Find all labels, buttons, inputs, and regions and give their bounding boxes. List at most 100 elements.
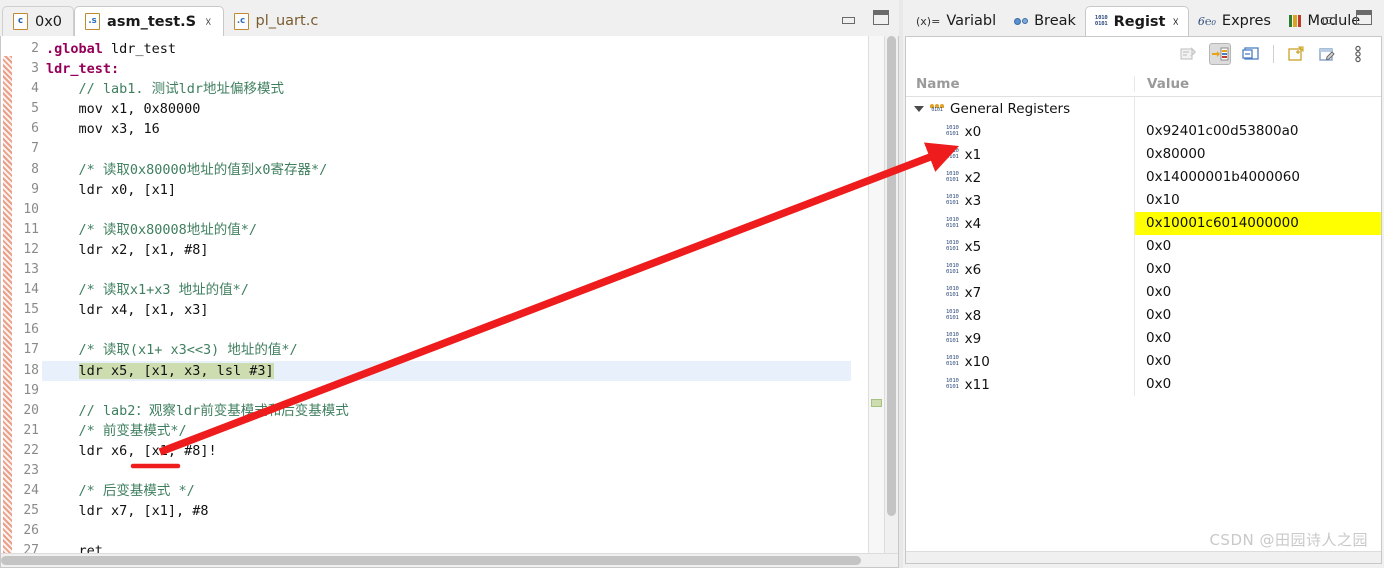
code-line[interactable] [42,521,851,541]
code-line[interactable] [42,320,851,340]
code-area[interactable]: .global ldr_test ldr_test: // lab1. 测试ldr… [42,36,851,567]
line-number: 14 [23,282,39,298]
register-row[interactable]: 1010 0101 x5 0x0 [906,235,1381,258]
code-line[interactable]: ldr x7, [x1], #8 [42,501,851,521]
code-line[interactable]: mov x3, 16 [42,119,851,139]
register-value-cell[interactable]: 0x0 [1134,350,1381,373]
register-value-cell[interactable]: 0x92401c00d53800a0 [1134,120,1381,143]
register-name-cell[interactable]: 1010 0101 x9 [906,331,1134,347]
register-name-cell[interactable]: 1010 0101 x2 [906,170,1134,186]
register-name-cell[interactable]: 1010 0101 x1 [906,147,1134,163]
code-line[interactable]: /* 读取0x80000地址的值到x0寄存器*/ [42,160,851,180]
register-value-cell[interactable]: 0x0 [1134,304,1381,327]
tab-breakpoints[interactable]: Break [1005,6,1085,36]
editor-horizontal-scrollbar[interactable] [1,553,898,567]
register-value: 0x80000 [1146,146,1206,162]
show-type-names-button[interactable] [1209,43,1231,65]
register-row[interactable]: 1010 0101 x0 0x92401c00d53800a0 [906,120,1381,143]
code-line[interactable]: /* 读取x1+x3 地址的值*/ [42,280,851,300]
register-row[interactable]: 1010 0101 x10 0x0 [906,350,1381,373]
maximize-icon[interactable] [1356,10,1372,25]
register-name: x1 [964,146,982,163]
register-row[interactable]: 1010 0101 x2 0x14000001b4000060 [906,166,1381,189]
code-line[interactable]: .global ldr_test [42,39,851,59]
code-line[interactable] [42,139,851,159]
register-row[interactable]: 1010 0101 x8 0x0 [906,304,1381,327]
column-header-name[interactable]: Name [906,76,1134,92]
code-line[interactable] [42,461,851,481]
register-name-cell[interactable]: 1010 0101 x8 [906,308,1134,324]
code-line[interactable] [42,260,851,280]
scrollbar-thumb[interactable] [887,36,896,516]
code-line-current[interactable]: ldr x5, [x1, x3, lsl #3] [42,360,851,381]
overview-ruler[interactable] [868,36,884,553]
register-row[interactable]: 1010 0101 x11 0x0 [906,373,1381,396]
editor-tab-pl-uart[interactable]: .c pl_uart.c [223,6,330,36]
register-row[interactable]: 1010 0101 x6 0x0 [906,258,1381,281]
register-name-cell[interactable]: 1010 0101 x11 [906,377,1134,393]
code-line[interactable]: ldr x4, [x1, x3] [42,300,851,320]
line-number: 13 [23,262,39,278]
tab-variables[interactable]: (x)= Variabl [907,6,1005,36]
code-line[interactable]: /* 读取0x80008地址的值*/ [42,220,851,240]
register-row[interactable]: 1010 0101 x7 0x0 [906,281,1381,304]
register-value-cell[interactable]: 0x0 [1134,281,1381,304]
register-value-cell[interactable]: 0x14000001b4000060 [1134,166,1381,189]
close-icon[interactable]: ☓ [205,15,211,29]
code-line[interactable]: ldr x0, [x1] [42,180,851,200]
maximize-icon[interactable] [873,10,889,25]
column-header-value[interactable]: Value [1134,75,1381,92]
add-register-group-button[interactable] [1285,43,1307,65]
register-row[interactable]: 1010 0101 x1 0x80000 [906,143,1381,166]
scrollbar-thumb[interactable] [1,556,861,565]
register-row[interactable]: 1010 0101 x9 0x0 [906,327,1381,350]
code-line[interactable]: /* 后变基模式 */ [42,481,851,501]
editor-marker-gutter[interactable] [1,36,12,553]
register-value-cell[interactable]: 0x80000 [1134,143,1381,166]
code-line[interactable]: ldr_test: [42,59,851,79]
edit-register-group-button[interactable] [1316,43,1338,65]
register-name-cell[interactable]: 1010 0101 x5 [906,239,1134,255]
register-name-cell[interactable]: 1010 0101 x7 [906,285,1134,301]
editor-body[interactable]: 2 3 4 5 6 7 8 9 10 11 12 13 14 15 16 17 18 19 20 21 22 23 24 25… [0,36,899,568]
variables-icon: (x)= [916,14,941,28]
register-group-row[interactable]: 0101 General Registers [906,97,1381,120]
chevron-down-icon[interactable] [914,104,924,114]
code-line[interactable]: mov x1, 0x80000 [42,99,851,119]
editor-vertical-scrollbar[interactable] [884,36,898,553]
code-line[interactable] [42,381,851,401]
view-menu-button[interactable] [1347,43,1369,65]
show-details-pane-button[interactable] [1240,43,1262,65]
register-value-cell[interactable]: 0x10 [1134,189,1381,212]
register-value-cell[interactable]: 0x0 [1134,373,1381,396]
editor-tab-asm-test[interactable]: .s asm_test.S ☓ [74,6,224,36]
code-line[interactable]: ldr x2, [x1, #8] [42,240,851,260]
registers-table-body[interactable]: 0101 General Registers 1010 0101 x0 0x92401c0… [906,97,1381,396]
register-row[interactable]: 1010 0101 x3 0x10 [906,189,1381,212]
register-name-cell[interactable]: 1010 0101 x0 [906,124,1134,140]
collapse-all-button[interactable] [1178,43,1200,65]
register-value-cell[interactable]: 0x0 [1134,235,1381,258]
close-icon[interactable]: ☓ [1173,15,1179,29]
line-number: 23 [23,462,39,478]
code-line[interactable]: // lab1. 测试ldr地址偏移模式 [42,79,851,99]
tab-registers[interactable]: 1010 0101 Regist ☓ [1084,6,1189,36]
code-line[interactable] [42,200,851,220]
register-value-cell[interactable]: 0x0 [1134,258,1381,281]
editor-tab-0x0[interactable]: c 0x0 [2,6,75,36]
register-value-cell-highlighted[interactable]: 0x10001c6014000000 [1134,212,1381,235]
register-name-cell[interactable]: 1010 0101 x10 [906,354,1134,370]
minimize-icon[interactable] [842,17,855,24]
register-group-name[interactable]: 0101 General Registers [906,101,1134,117]
register-name-cell[interactable]: 1010 0101 x3 [906,193,1134,209]
code-line[interactable]: // lab2：观察ldr前变基模式和后变基模式 [42,401,851,421]
code-line[interactable]: ldr x6, [x1, #8]! [42,441,851,461]
register-value-cell[interactable]: 0x0 [1134,327,1381,350]
register-row[interactable]: 1010 0101 x4 0x10001c6014000000 [906,212,1381,235]
code-line[interactable]: /* 前变基模式*/ [42,421,851,441]
tab-expressions[interactable]: 6℮₀ Expres [1189,6,1280,36]
register-name-cell[interactable]: 1010 0101 x6 [906,262,1134,278]
register-name-cell[interactable]: 1010 0101 x4 [906,216,1134,232]
minimize-icon[interactable] [1323,17,1336,24]
code-line[interactable]: /* 读取(x1+ x3<<3) 地址的值*/ [42,340,851,360]
